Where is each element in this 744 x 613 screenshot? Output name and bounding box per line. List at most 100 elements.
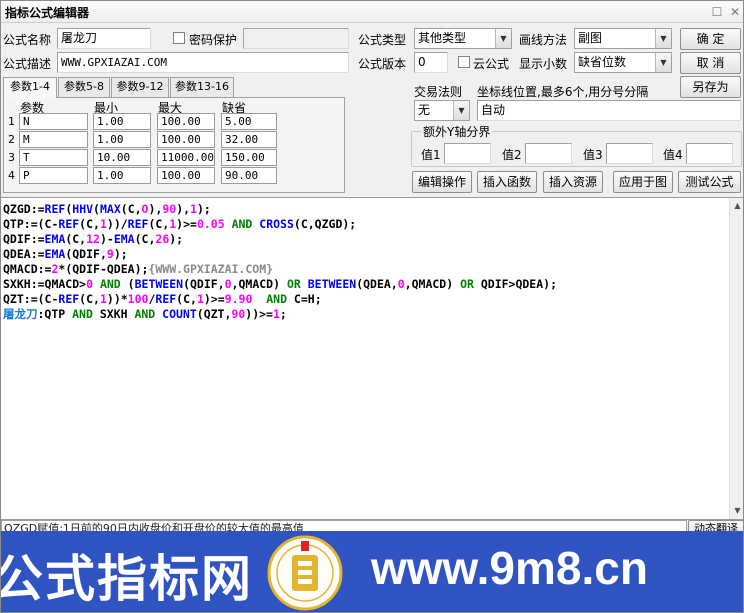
code-token: );: [169, 232, 184, 246]
code-token: 1: [190, 202, 197, 216]
code-line: 屠龙刀:QTP AND SXKH AND COUNT(QZT,90))>=1;: [3, 307, 287, 322]
val2-field[interactable]: [525, 143, 572, 164]
code-token: QTP:=(C-: [3, 217, 59, 231]
code-token: OR: [280, 277, 308, 291]
val3-label: 值3: [583, 148, 603, 162]
code-token: (: [127, 277, 135, 291]
cloud-checkbox[interactable]: [458, 56, 470, 68]
decimal-label: 显示小数: [519, 57, 568, 71]
param-default-field[interactable]: 5.00: [221, 113, 277, 130]
code-token: REF: [58, 217, 80, 231]
banner-left-text: 公式指标网: [1, 551, 253, 607]
code-token: QDEA:=: [3, 247, 45, 261]
coord-field[interactable]: 自动: [477, 100, 741, 121]
password-field[interactable]: [243, 28, 349, 49]
code-token: 屠龙刀: [3, 307, 38, 321]
code-token: QDIF>QDEA);: [480, 277, 558, 291]
name-field[interactable]: 屠龙刀: [57, 28, 151, 49]
code-token: (C,: [79, 292, 100, 306]
decimal-select[interactable]: 缺省位数 ▼: [574, 52, 672, 73]
val4-field[interactable]: [686, 143, 733, 164]
param-name-field[interactable]: M: [19, 131, 88, 148]
param-max-field[interactable]: 11000.00: [157, 149, 215, 166]
draw-select-value: 副图: [578, 31, 603, 45]
draw-select[interactable]: 副图 ▼: [574, 28, 672, 49]
code-token: 9: [106, 247, 114, 261]
code-token: HHV: [72, 202, 94, 216]
code-token: (C,: [134, 232, 156, 246]
param-name-field[interactable]: T: [19, 149, 88, 166]
code-token: (: [93, 202, 100, 216]
restore-icon[interactable]: ☐: [709, 4, 725, 20]
code-token: 12: [86, 232, 100, 246]
param-max-field[interactable]: 100.00: [157, 167, 215, 184]
code-token: ,QMACD): [231, 277, 281, 291]
tab-params-1-4[interactable]: 参数1-4: [3, 77, 57, 98]
code-token: C=H;: [293, 292, 322, 306]
code-token: *(QDIF-QDEA);: [58, 262, 149, 276]
code-token: 1: [99, 292, 107, 306]
param-row-index: 2: [8, 133, 15, 146]
param-min-field[interactable]: 1.00: [93, 167, 151, 184]
param-max-field[interactable]: 100.00: [157, 131, 215, 148]
tab-params-9-12[interactable]: 参数9-12: [111, 77, 169, 97]
type-select-value: 其他类型: [418, 31, 467, 45]
save-as-button[interactable]: 另存为: [680, 76, 741, 98]
code-token: (C,: [65, 232, 87, 246]
ok-button[interactable]: 确 定: [680, 28, 741, 50]
trade-select[interactable]: 无 ▼: [414, 100, 470, 121]
val1-field[interactable]: [444, 143, 491, 164]
code-token: (QDIF,: [65, 247, 107, 261]
val2-label: 值2: [502, 148, 522, 162]
scroll-down-icon[interactable]: ▼: [730, 503, 743, 519]
code-token: :QTP: [37, 307, 66, 321]
param-min-field[interactable]: 1.00: [93, 131, 151, 148]
edit-operation-button[interactable]: 编辑操作: [412, 171, 472, 193]
param-default-field[interactable]: 150.00: [221, 149, 277, 166]
insert-resource-button[interactable]: 插入资源: [543, 171, 603, 193]
param-default-field[interactable]: 90.00: [221, 167, 277, 184]
type-select[interactable]: 其他类型 ▼: [414, 28, 512, 49]
code-token: ))/: [106, 217, 128, 231]
params-panel: 参数 最小 最大 缺省 1 N 1.00 100.00 5.00 2 M 1.0…: [3, 97, 345, 193]
version-field[interactable]: 0: [414, 52, 448, 73]
code-token: ),: [176, 202, 191, 216]
val3-field[interactable]: [606, 143, 653, 164]
close-icon[interactable]: ✕: [727, 4, 743, 20]
code-editor[interactable]: QZGD:=REF(HHV(MAX(C,O),90),1); QTP:=(C-R…: [1, 197, 743, 520]
code-token: (QDIF,: [183, 277, 225, 291]
desc-field[interactable]: WWW.GPXIAZAI.COM: [57, 52, 349, 73]
code-token: (C,: [176, 292, 197, 306]
param-max-field[interactable]: 100.00: [157, 113, 215, 130]
param-min-field[interactable]: 10.00: [93, 149, 151, 166]
param-name-field[interactable]: P: [19, 167, 88, 184]
param-default-field[interactable]: 32.00: [221, 131, 277, 148]
chevron-down-icon: ▼: [655, 29, 671, 48]
param-name-field[interactable]: N: [19, 113, 88, 130]
vertical-scrollbar[interactable]: ▲ ▼: [729, 198, 743, 519]
code-token: );: [113, 247, 128, 261]
apply-to-chart-button[interactable]: 应用于图: [613, 171, 673, 193]
param-row-index: 4: [8, 169, 15, 182]
password-checkbox[interactable]: [173, 32, 185, 44]
cancel-button[interactable]: 取 消: [680, 52, 741, 74]
scroll-up-icon[interactable]: ▲: [730, 198, 743, 214]
code-token: REF: [127, 217, 149, 231]
tab-params-5-8[interactable]: 参数5-8: [58, 77, 110, 97]
insert-function-button[interactable]: 插入函数: [477, 171, 537, 193]
param-min-field[interactable]: 1.00: [93, 113, 151, 130]
code-token: OR: [453, 277, 481, 291]
tab-params-13-16[interactable]: 参数13-16: [170, 77, 234, 97]
code-token: REF: [155, 292, 177, 306]
code-token: QZT:=(C-: [3, 292, 59, 306]
code-token: 0.05: [196, 217, 225, 231]
password-label: 密码保护: [189, 33, 238, 47]
code-line: QTP:=(C-REF(C,1))/REF(C,1)>=0.05 AND CRO…: [3, 217, 356, 232]
test-formula-button[interactable]: 测试公式: [678, 171, 741, 193]
code-token: SXKH:=QMACD>: [3, 277, 87, 291]
code-token: 9.90: [224, 292, 253, 306]
code-token: (QZT,: [196, 307, 232, 321]
code-token: EMA: [44, 247, 66, 261]
code-token: (C,: [120, 202, 142, 216]
code-token: 1: [272, 307, 280, 321]
